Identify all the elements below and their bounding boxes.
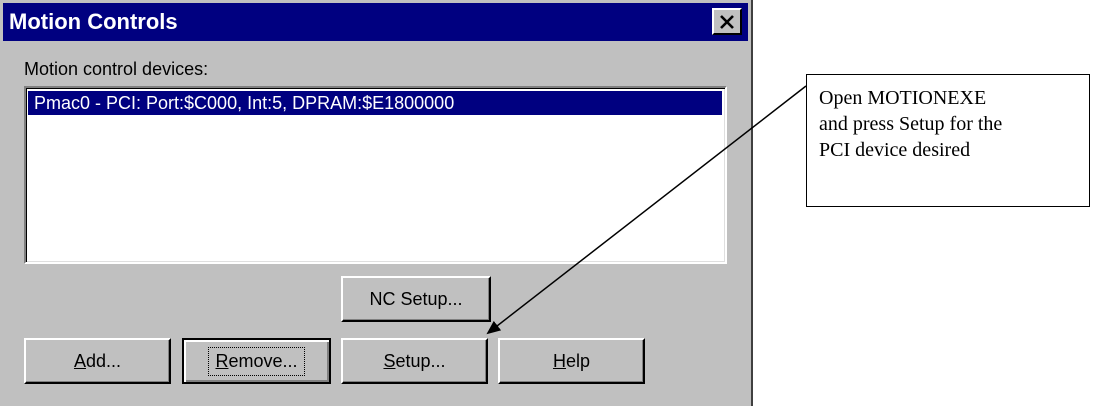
- setup-button-mnemonic: S: [383, 350, 396, 371]
- add-button-label: Add...: [74, 351, 121, 372]
- close-x-icon: [720, 14, 734, 29]
- callout-line: and press Setup for the: [819, 113, 1003, 135]
- callout-line: PCI device desired: [819, 139, 971, 161]
- nc-setup-button-label: NC Setup...: [369, 288, 463, 309]
- setup-button-label: Setup...: [383, 351, 445, 372]
- list-item[interactable]: Pmac0 - PCI: Port:$C000, Int:5, DPRAM:$E…: [28, 91, 722, 115]
- callout-line: Open MOTIONEXE: [819, 87, 987, 109]
- help-button-mnemonic: H: [552, 350, 566, 371]
- remove-button[interactable]: Remove...: [182, 338, 331, 384]
- devices-list-label: Motion control devices:: [24, 59, 209, 79]
- help-button-label-rest: elp: [565, 350, 591, 371]
- setup-button-label-rest: etup...: [395, 350, 446, 371]
- motion-controls-dialog: Motion Controls Motion control devices: …: [0, 0, 753, 406]
- window-title: Motion Controls: [9, 9, 178, 34]
- nc-setup-button[interactable]: NC Setup...: [341, 276, 491, 322]
- title-bar[interactable]: Motion Controls: [3, 3, 748, 41]
- annotation-callout: Open MOTIONEXE and press Setup for the P…: [806, 74, 1090, 207]
- add-button-mnemonic: A: [73, 350, 86, 371]
- setup-button[interactable]: Setup...: [341, 338, 488, 384]
- help-button[interactable]: Help: [498, 338, 645, 384]
- remove-button-label-rest: emove...: [228, 350, 298, 371]
- close-button[interactable]: [712, 8, 742, 35]
- add-button[interactable]: Add...: [24, 338, 171, 384]
- remove-button-mnemonic: R: [215, 350, 229, 371]
- help-button-label: Help: [553, 351, 590, 372]
- add-button-label-rest: dd...: [85, 350, 122, 371]
- remove-button-label: Remove...: [208, 346, 305, 376]
- devices-listbox[interactable]: Pmac0 - PCI: Port:$C000, Int:5, DPRAM:$E…: [24, 86, 727, 264]
